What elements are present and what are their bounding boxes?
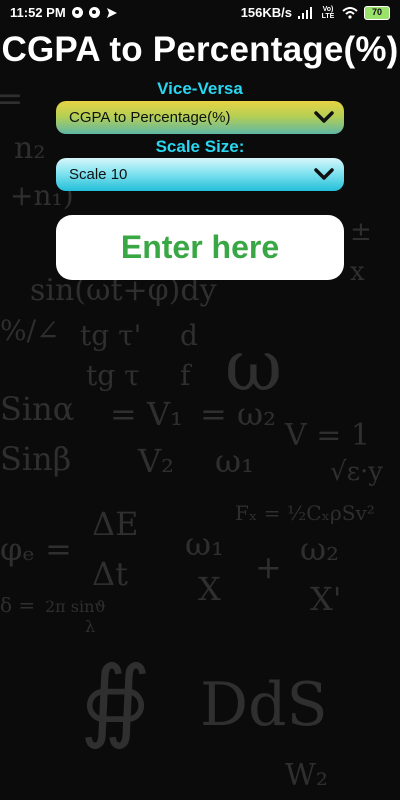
status-left: 11:52 PM <box>10 5 118 20</box>
status-right: 156KB/s Vo) LTE 70 <box>241 5 390 20</box>
bg-formula-34: ± <box>350 217 372 247</box>
paypal-icon <box>71 7 83 18</box>
scale-size-label: Scale Size: <box>155 137 245 156</box>
bg-formula-12: Sinβ <box>0 440 71 478</box>
value-input-placeholder: Enter here <box>120 229 280 265</box>
bg-formula-20: φₑ = <box>0 530 72 568</box>
bg-formula-23: ω₁ <box>185 525 224 563</box>
volte-icon: Vo) LTE <box>321 5 335 20</box>
bg-formula-15: = ω₂ <box>200 395 276 433</box>
battery-level: 70 <box>371 7 382 17</box>
bg-formula-22: Δt <box>92 555 128 593</box>
chevron-down-icon <box>314 168 334 180</box>
bg-formula-35: x <box>350 257 365 287</box>
page-title: CGPA to Percentage(%) <box>1 30 399 69</box>
bg-formula-24: X <box>198 570 221 608</box>
bg-formula-6: tg τ' <box>80 319 141 352</box>
bg-formula-27: X' <box>310 580 342 618</box>
bg-formula-21: ΔE <box>92 505 138 543</box>
chevron-down-icon <box>314 111 334 123</box>
bg-formula-17: V = 1 <box>284 418 370 453</box>
bg-formula-25: + <box>255 548 282 586</box>
scale-selected: Scale 10 <box>69 166 128 183</box>
bg-formula-32: DdS <box>200 670 328 740</box>
bg-formula-18: √ε·y <box>330 457 383 487</box>
status-bar: 11:52 PM 156KB/s Vo) LTE 70 <box>0 0 400 26</box>
bg-formula-8: d <box>180 319 198 352</box>
bg-formula-5: %/∠ <box>0 314 60 347</box>
bg-formula-28: δ = <box>0 593 35 617</box>
vice-versa-label: Vice-Versa <box>157 79 243 98</box>
bg-formula-26: ω₂ <box>300 530 339 568</box>
wifi-icon <box>342 6 358 19</box>
value-input[interactable]: Enter here <box>56 215 344 280</box>
scale-dropdown[interactable]: Scale 10 <box>56 158 344 191</box>
bg-formula-7: tg τ <box>86 359 140 392</box>
bg-formula-16: ω₁ <box>215 442 254 480</box>
bg-formula-31: ∯ <box>80 647 151 752</box>
bg-formula-13: = V₁ <box>110 395 183 433</box>
signal-icon <box>298 6 312 19</box>
bg-formula-14: V₂ <box>137 442 174 480</box>
send-icon <box>106 7 117 18</box>
bg-formula-9: f <box>180 359 193 392</box>
paypal-icon <box>88 7 100 18</box>
bg-formula-29: 2π sinϑ <box>45 597 106 616</box>
conversion-selected: CGPA to Percentage(%) <box>69 109 231 126</box>
battery-icon: 70 <box>364 5 390 20</box>
bg-formula-30: λ <box>85 617 95 636</box>
bg-formula-19: Fₓ = ½CₓρSv² <box>235 501 375 525</box>
bg-formula-33: W₂ <box>285 758 328 793</box>
network-speed: 156KB/s <box>240 5 292 20</box>
status-time: 11:52 PM <box>10 5 66 20</box>
bg-formula-11: Sinα <box>0 390 74 428</box>
conversion-dropdown[interactable]: CGPA to Percentage(%) <box>56 101 344 134</box>
